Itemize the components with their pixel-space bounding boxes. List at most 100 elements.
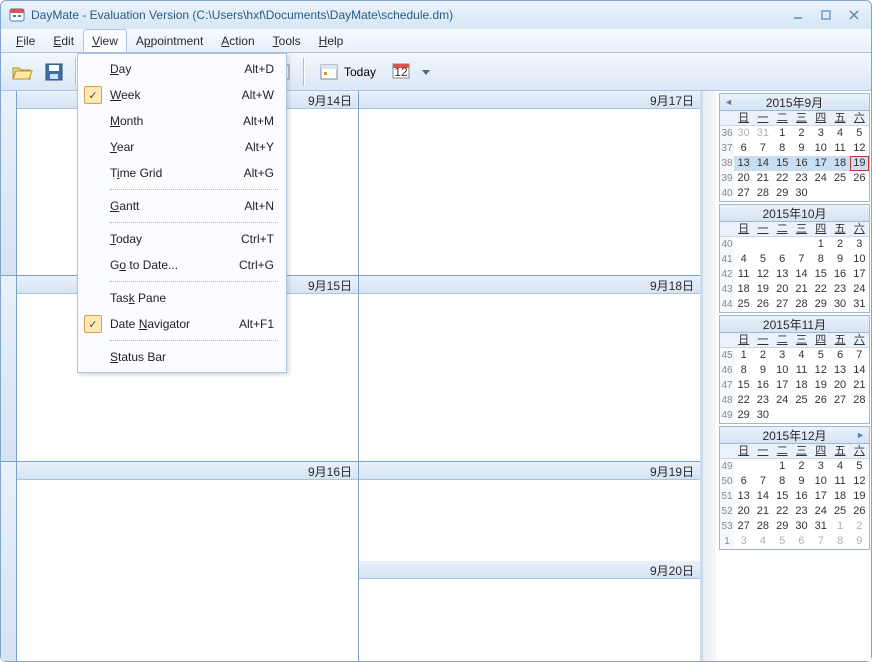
open-button[interactable] — [7, 57, 37, 87]
calendar-day[interactable]: 17 — [773, 378, 792, 393]
calendar-day[interactable]: 12 — [850, 141, 869, 156]
menu-item-today[interactable]: TodayCtrl+T — [80, 226, 284, 252]
calendar-day[interactable]: 14 — [753, 156, 772, 171]
calendar-day[interactable]: 7 — [850, 348, 869, 363]
calendar-day[interactable]: 26 — [850, 504, 869, 519]
calendar-day[interactable]: 4 — [734, 252, 753, 267]
calendar-day[interactable]: 13 — [830, 363, 849, 378]
calendar-day[interactable]: 9 — [792, 141, 811, 156]
menu-item-statusbar[interactable]: Status Bar — [80, 344, 284, 370]
calendar-day[interactable]: 4 — [753, 534, 772, 549]
close-button[interactable] — [845, 8, 863, 22]
prev-month-icon[interactable]: ◄ — [724, 97, 733, 107]
calendar-day[interactable]: 24 — [811, 504, 830, 519]
calendar-day[interactable]: 26 — [811, 393, 830, 408]
calendar-day[interactable]: 6 — [734, 474, 753, 489]
calendar-day[interactable]: 2 — [792, 459, 811, 474]
calendar-day[interactable]: 2 — [753, 348, 772, 363]
calendar-day[interactable]: 18 — [830, 489, 849, 504]
mini-calendar-header[interactable]: 2015年12月► — [720, 427, 869, 444]
calendar-day[interactable]: 7 — [811, 534, 830, 549]
calendar-day[interactable]: 19 — [850, 156, 869, 171]
day-cell[interactable]: 9月16日 — [17, 462, 359, 661]
calendar-day[interactable]: 12 — [850, 474, 869, 489]
calendar-day[interactable]: 11 — [734, 267, 753, 282]
calendar-day[interactable]: 23 — [753, 393, 772, 408]
menu-action[interactable]: Action — [212, 29, 263, 52]
calendar-day[interactable]: 24 — [773, 393, 792, 408]
calendar-day[interactable]: 10 — [811, 474, 830, 489]
calendar-day[interactable]: 27 — [773, 297, 792, 312]
today-button[interactable]: Today — [311, 57, 385, 87]
calendar-day[interactable]: 27 — [830, 393, 849, 408]
calendar-day[interactable]: 3 — [811, 459, 830, 474]
menu-item-timegrid[interactable]: Time GridAlt+G — [80, 160, 284, 186]
mini-calendar-header[interactable]: 2015年11月 — [720, 316, 869, 333]
dropdown-arrow[interactable] — [419, 57, 433, 87]
calendar-day[interactable]: 22 — [734, 393, 753, 408]
next-month-icon[interactable]: ► — [856, 430, 865, 440]
calendar-day[interactable]: 12 — [753, 267, 772, 282]
menu-file[interactable]: File — [7, 29, 44, 52]
calendar-day[interactable]: 30 — [734, 126, 753, 141]
calendar-day[interactable]: 2 — [792, 126, 811, 141]
calendar-day[interactable]: 1 — [811, 237, 830, 252]
calendar-day[interactable]: 20 — [734, 504, 753, 519]
calendar-day[interactable]: 9 — [850, 534, 869, 549]
calendar-day[interactable]: 23 — [830, 282, 849, 297]
calendar-day[interactable]: 17 — [850, 267, 869, 282]
calendar-day[interactable]: 29 — [773, 186, 792, 201]
calendar-day[interactable]: 28 — [753, 519, 772, 534]
calendar-day[interactable]: 24 — [811, 171, 830, 186]
calendar-day[interactable]: 26 — [753, 297, 772, 312]
calendar-day[interactable]: 13 — [734, 489, 753, 504]
day-header[interactable]: 9月18日 — [359, 276, 700, 294]
calendar-day[interactable]: 18 — [830, 156, 849, 171]
calendar-day[interactable]: 15 — [773, 489, 792, 504]
day-header[interactable]: 9月17日 — [359, 91, 700, 109]
calendar-day[interactable]: 11 — [830, 474, 849, 489]
calendar-day[interactable]: 1 — [830, 519, 849, 534]
calendar-day[interactable]: 4 — [830, 126, 849, 141]
calendar-day[interactable]: 14 — [850, 363, 869, 378]
day-cell[interactable]: 9月17日 — [359, 91, 700, 275]
day-header[interactable]: 9月16日 — [17, 462, 358, 480]
calendar-day[interactable]: 23 — [792, 171, 811, 186]
calendar-day[interactable]: 27 — [734, 519, 753, 534]
calendar-day[interactable]: 26 — [850, 171, 869, 186]
calendar-day[interactable]: 10 — [811, 141, 830, 156]
menu-tools[interactable]: Tools — [264, 29, 310, 52]
maximize-button[interactable] — [817, 8, 835, 22]
calendar-day[interactable]: 6 — [830, 348, 849, 363]
calendar-day[interactable]: 24 — [850, 282, 869, 297]
calendar-day[interactable]: 25 — [734, 297, 753, 312]
calendar-day[interactable]: 17 — [811, 156, 830, 171]
calendar-day[interactable]: 30 — [792, 519, 811, 534]
calendar-day[interactable]: 28 — [753, 186, 772, 201]
calendar-day[interactable]: 10 — [850, 252, 869, 267]
calendar-day[interactable]: 4 — [792, 348, 811, 363]
calendar-day[interactable]: 19 — [850, 489, 869, 504]
menu-appointment[interactable]: Appointment — [127, 29, 212, 52]
menu-item-datenav[interactable]: ✓Date NavigatorAlt+F1 — [80, 311, 284, 337]
mini-calendar-header[interactable]: 2015年10月 — [720, 205, 869, 222]
calendar-day[interactable]: 28 — [792, 297, 811, 312]
calendar-day[interactable]: 29 — [773, 519, 792, 534]
calendar-day[interactable]: 10 — [773, 363, 792, 378]
calendar-day[interactable]: 16 — [830, 267, 849, 282]
calendar-day[interactable]: 8 — [773, 141, 792, 156]
calendar-day[interactable]: 7 — [753, 141, 772, 156]
calendar-day[interactable]: 18 — [734, 282, 753, 297]
calendar-day[interactable]: 19 — [811, 378, 830, 393]
calendar-day[interactable]: 30 — [792, 186, 811, 201]
menu-item-goto[interactable]: Go to Date...Ctrl+G — [80, 252, 284, 278]
calendar-day[interactable]: 5 — [850, 459, 869, 474]
calendar-day[interactable]: 14 — [792, 267, 811, 282]
menu-edit[interactable]: Edit — [44, 29, 83, 52]
calendar-day[interactable]: 25 — [830, 171, 849, 186]
calendar-day[interactable]: 5 — [850, 126, 869, 141]
calendar-day[interactable]: 21 — [792, 282, 811, 297]
calendar-day[interactable]: 31 — [753, 126, 772, 141]
save-button[interactable] — [39, 57, 69, 87]
calendar-day[interactable]: 5 — [811, 348, 830, 363]
